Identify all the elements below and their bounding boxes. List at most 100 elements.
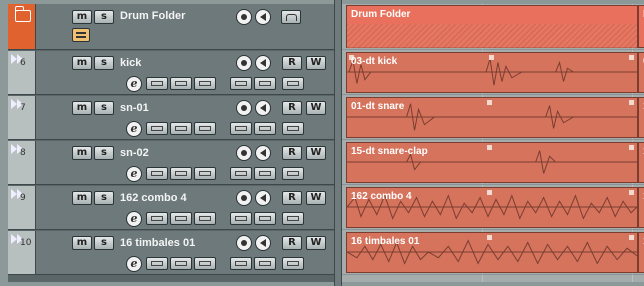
timebase-icon[interactable] — [230, 122, 252, 135]
event-handle[interactable] — [629, 190, 634, 195]
track-strip[interactable]: 7 — [8, 96, 36, 139]
monitor-icon[interactable] — [255, 100, 271, 116]
event-handle[interactable] — [487, 235, 492, 240]
write-automation-button[interactable]: W — [306, 146, 326, 160]
read-automation-button[interactable]: R — [282, 146, 302, 160]
lock-icon[interactable] — [254, 122, 276, 135]
timebase-icon[interactable] — [230, 257, 252, 270]
lock-icon[interactable] — [254, 77, 276, 90]
mute-button[interactable]: m — [72, 191, 92, 205]
track-name[interactable]: sn-02 — [120, 147, 149, 159]
insert-bypass-icon[interactable] — [146, 77, 168, 90]
audio-event[interactable]: 15-dt snare-clap — [346, 142, 638, 183]
monitor-icon[interactable] — [255, 145, 271, 161]
track-row[interactable]: 7 m s sn-01 R W e — [8, 96, 334, 140]
lane-display-icon[interactable] — [282, 122, 304, 135]
expand-icon[interactable] — [11, 99, 23, 109]
track-strip[interactable]: 6 — [8, 51, 36, 94]
solo-button[interactable]: s — [94, 56, 114, 70]
folder-color-strip[interactable] — [8, 4, 36, 49]
track-name[interactable]: 162 combo 4 — [120, 192, 187, 204]
event-handle[interactable] — [629, 55, 634, 60]
lock-icon[interactable] — [254, 257, 276, 270]
record-enable-icon[interactable] — [236, 145, 252, 161]
read-automation-button[interactable]: R — [282, 191, 302, 205]
send-bypass-icon[interactable] — [194, 77, 216, 90]
eq-bypass-icon[interactable] — [170, 212, 192, 225]
audio-event-next[interactable]: 1 — [638, 142, 644, 183]
audio-event-next[interactable]: 1 — [638, 97, 644, 138]
panel-splitter[interactable] — [334, 0, 342, 286]
record-enable-icon[interactable] — [236, 235, 252, 251]
lane-display-icon[interactable] — [282, 212, 304, 225]
track-row[interactable]: 6 m s kick R W e — [8, 51, 334, 95]
track-name[interactable]: kick — [120, 57, 141, 69]
folder-part-next[interactable]: D — [638, 5, 644, 48]
insert-bypass-icon[interactable] — [146, 212, 168, 225]
mute-button[interactable]: m — [72, 146, 92, 160]
event-display[interactable]: Drum Folder D 03-dt kick 0 — [342, 4, 644, 282]
solo-button[interactable]: s — [94, 191, 114, 205]
timebase-icon[interactable] — [230, 212, 252, 225]
lane-display-icon[interactable] — [282, 77, 304, 90]
track-row[interactable]: 8 m s sn-02 R W e — [8, 141, 334, 185]
solo-button[interactable]: s — [94, 236, 114, 250]
eq-bypass-icon[interactable] — [170, 77, 192, 90]
audio-event[interactable]: 01-dt snare — [346, 97, 638, 138]
read-automation-button[interactable]: R — [282, 56, 302, 70]
timebase-icon[interactable] — [230, 167, 252, 180]
track-strip[interactable]: 9 — [8, 186, 36, 229]
eq-bypass-icon[interactable] — [170, 167, 192, 180]
write-automation-button[interactable]: W — [306, 56, 326, 70]
track-name[interactable]: Drum Folder — [120, 10, 185, 22]
track-strip[interactable]: 10 — [8, 231, 36, 274]
lane-display-icon[interactable] — [282, 167, 304, 180]
audio-event-next[interactable]: 1 — [638, 187, 644, 228]
send-bypass-icon[interactable] — [194, 122, 216, 135]
event-handle[interactable] — [487, 190, 492, 195]
edit-channel-icon[interactable]: e — [126, 256, 142, 272]
send-bypass-icon[interactable] — [194, 257, 216, 270]
audio-event[interactable]: 03-dt kick — [346, 52, 638, 93]
track-row[interactable]: 9 m s 162 combo 4 R W e — [8, 186, 334, 230]
track-row[interactable]: 10 m s 16 timbales 01 R W e — [8, 231, 334, 275]
write-automation-button[interactable]: W — [306, 236, 326, 250]
folder-show-data-button[interactable] — [72, 28, 90, 42]
edit-channel-icon[interactable]: e — [126, 211, 142, 227]
write-automation-button[interactable]: W — [306, 191, 326, 205]
solo-button[interactable]: s — [94, 101, 114, 115]
expand-icon[interactable] — [11, 234, 23, 244]
track-name[interactable]: sn-01 — [120, 102, 149, 114]
lane-display-icon[interactable] — [282, 257, 304, 270]
insert-bypass-icon[interactable] — [146, 167, 168, 180]
expand-icon[interactable] — [11, 189, 23, 199]
track-strip[interactable]: 8 — [8, 141, 36, 184]
audio-event[interactable]: 16 timbales 01 — [346, 232, 638, 273]
record-enable-icon[interactable] — [236, 9, 252, 25]
solo-button[interactable]: s — [94, 10, 114, 24]
audio-event-next[interactable]: 1 — [638, 232, 644, 273]
mute-button[interactable]: m — [72, 236, 92, 250]
track-name[interactable]: 16 timbales 01 — [120, 237, 195, 249]
event-handle[interactable] — [629, 145, 634, 150]
solo-button[interactable]: s — [94, 146, 114, 160]
monitor-icon[interactable] — [255, 190, 271, 206]
mute-button[interactable]: m — [72, 101, 92, 115]
write-automation-button[interactable]: W — [306, 101, 326, 115]
expand-icon[interactable] — [11, 144, 23, 154]
folder-track[interactable]: m s Drum Folder — [8, 4, 334, 50]
event-handle[interactable] — [487, 145, 492, 150]
read-automation-button[interactable]: R — [282, 101, 302, 115]
mute-button[interactable]: m — [72, 56, 92, 70]
lock-icon[interactable] — [281, 10, 301, 24]
record-enable-icon[interactable] — [236, 190, 252, 206]
send-bypass-icon[interactable] — [194, 167, 216, 180]
event-handle[interactable] — [629, 100, 634, 105]
edit-channel-icon[interactable]: e — [126, 121, 142, 137]
audio-event-next[interactable]: 0 — [638, 52, 644, 93]
send-bypass-icon[interactable] — [194, 212, 216, 225]
record-enable-icon[interactable] — [236, 55, 252, 71]
event-handle[interactable] — [629, 235, 634, 240]
insert-bypass-icon[interactable] — [146, 122, 168, 135]
eq-bypass-icon[interactable] — [170, 122, 192, 135]
